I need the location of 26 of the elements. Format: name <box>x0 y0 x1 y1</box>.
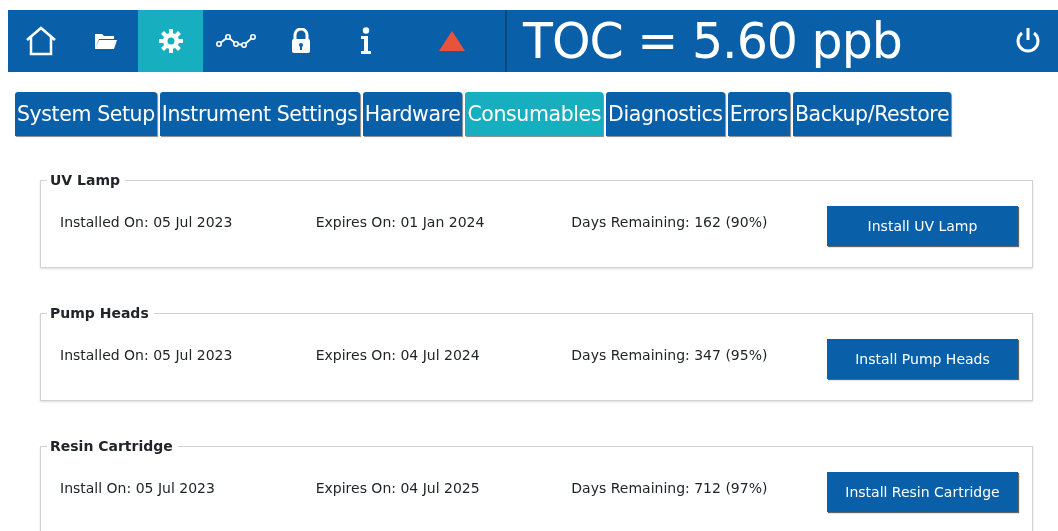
padlock-icon <box>290 28 311 54</box>
toolbar-button[interactable] <box>138 10 203 72</box>
line-graph-icon <box>215 33 256 49</box>
warning-icon <box>437 30 466 52</box>
gear-icon <box>157 28 184 54</box>
info-icon <box>358 27 373 55</box>
info-text: Expires On: 01 Jan 2024 <box>315 212 486 232</box>
install-button[interactable]: Install UV Lamp <box>826 206 1018 246</box>
tab[interactable]: Instrument Settings <box>159 92 360 136</box>
tab[interactable]: Errors <box>727 92 790 136</box>
info-text: Installed On: 05 Jul 2023 <box>60 212 234 232</box>
info-text: Expires On: 04 Jul 2024 <box>315 345 481 365</box>
info-text: Days Remaining: 712 (97%) <box>571 478 769 498</box>
info-text: Days Remaining: 347 (95%) <box>571 345 769 365</box>
tab[interactable]: Hardware <box>362 92 463 136</box>
tab[interactable]: System Setup <box>15 92 157 136</box>
info-text: Days Remaining: 162 (90%) <box>571 212 769 232</box>
folder-icon <box>93 32 118 50</box>
tab[interactable]: Diagnostics <box>606 92 725 136</box>
info-text: Installed On: 05 Jul 2023 <box>60 345 234 365</box>
tab[interactable]: Backup/Restore <box>792 92 952 136</box>
install-button[interactable]: Install Resin Cartridge <box>826 472 1018 512</box>
install-button[interactable]: Install Pump Heads <box>826 339 1018 379</box>
toc-reading: TOC = 5.60 ppb <box>523 16 902 66</box>
info-text: Install On: 05 Jul 2023 <box>60 478 216 498</box>
info-text: Expires On: 04 Jul 2025 <box>315 478 481 498</box>
